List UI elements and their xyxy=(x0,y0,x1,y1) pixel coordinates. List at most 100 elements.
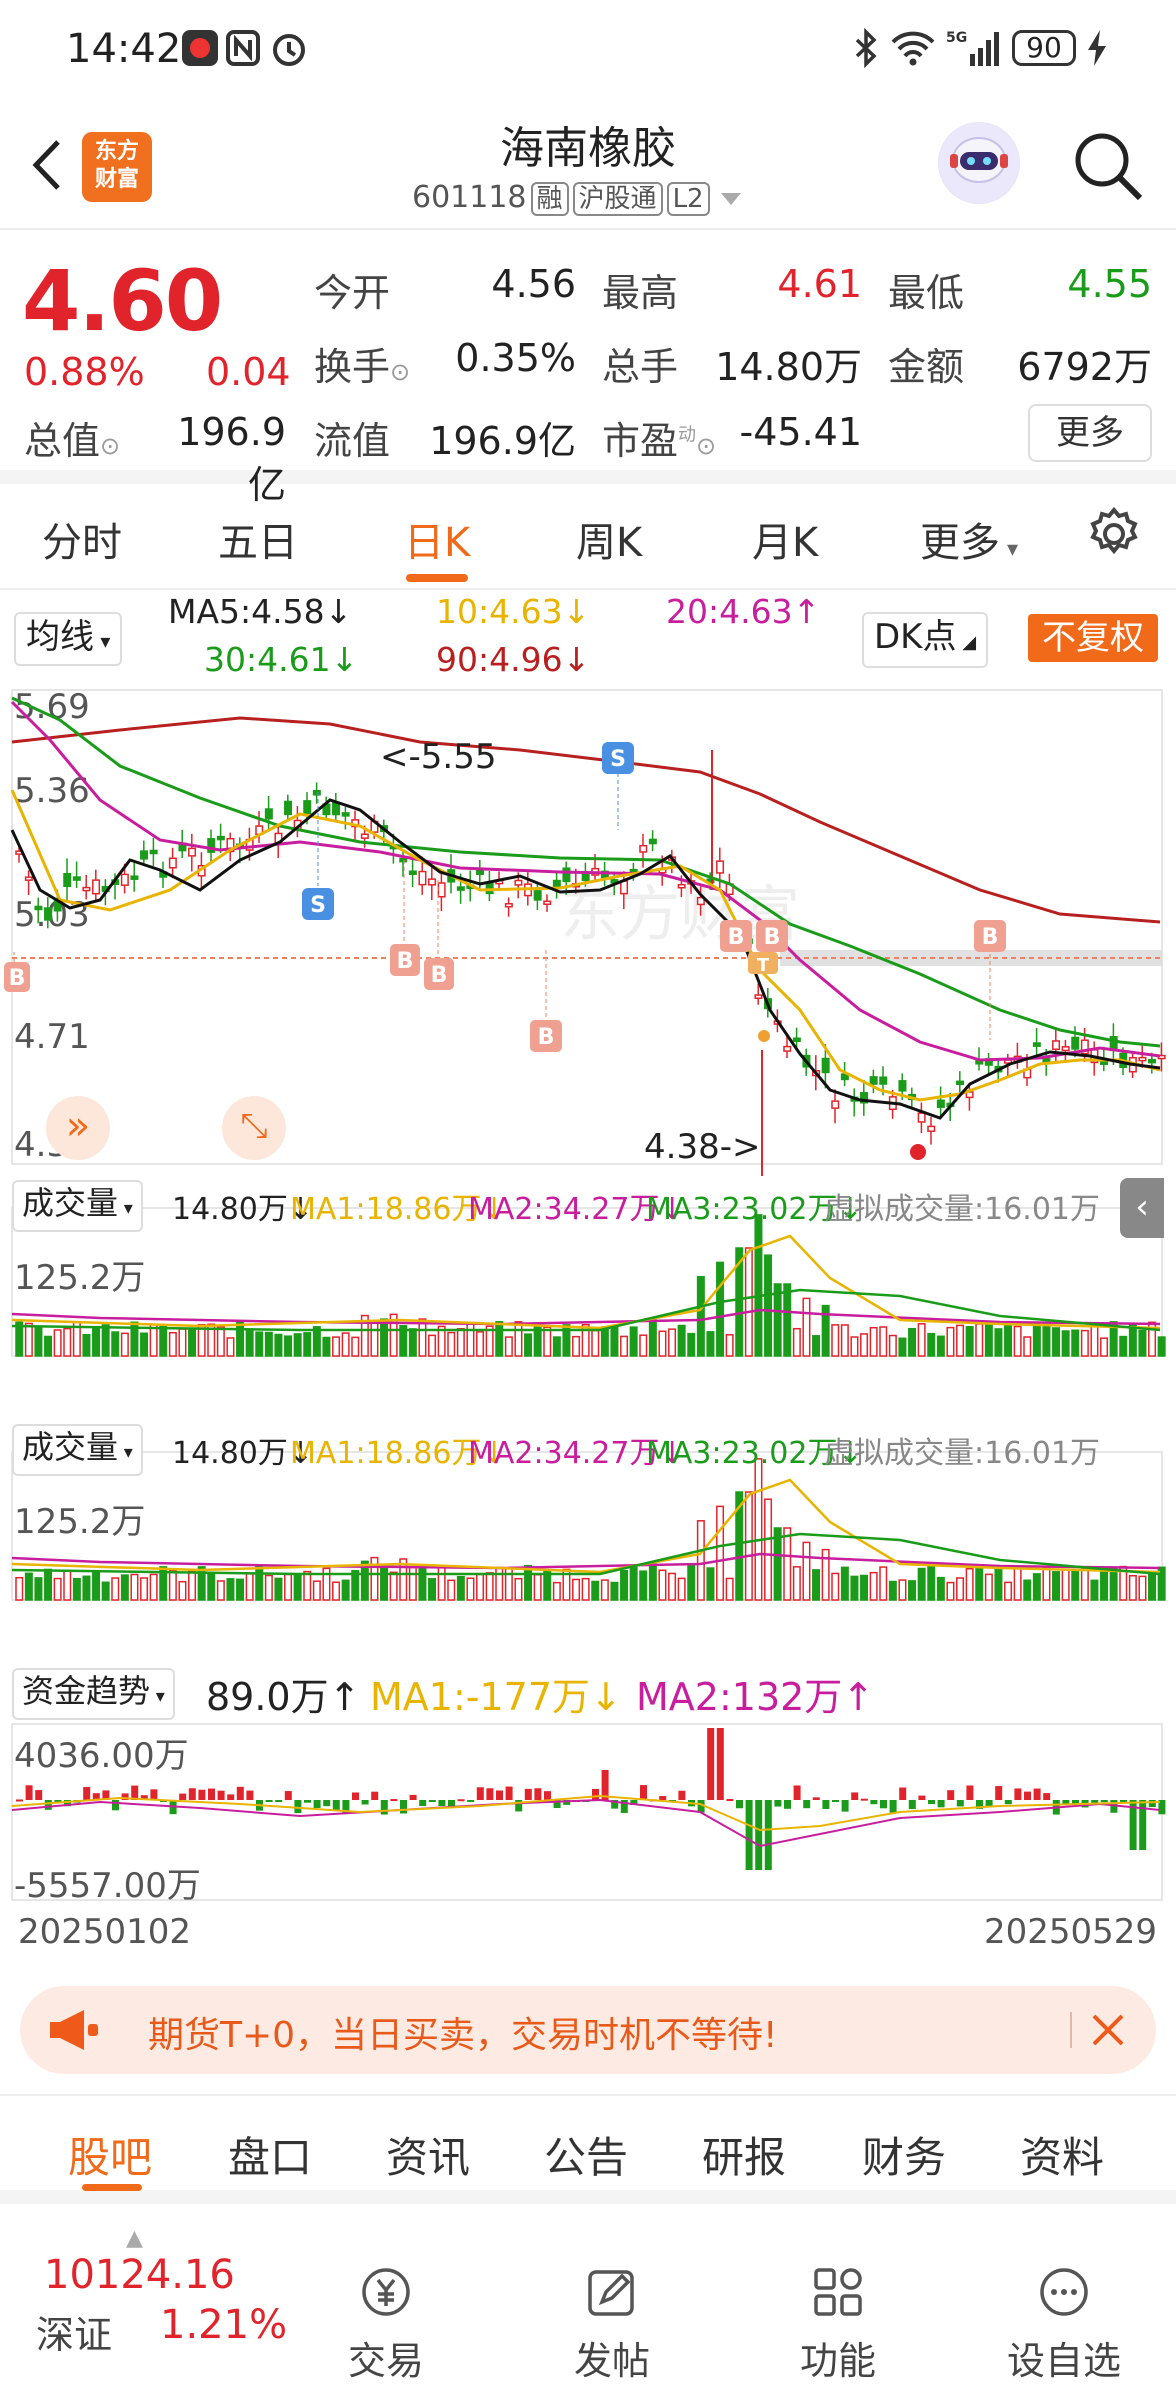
kline-chart-area[interactable]: 均线 ▾ MA5:4.58↓ 10:4.63↓ 20:4.63↑ 30:4.61… xyxy=(0,590,1176,1990)
volume-bar xyxy=(284,1573,293,1601)
expand-forward-button[interactable]: » xyxy=(46,1096,110,1160)
volume-bar xyxy=(840,1324,849,1357)
volume-bar xyxy=(860,1333,869,1357)
collapse-panel-button[interactable]: ‹ xyxy=(1120,1178,1164,1238)
low-label: 最低 xyxy=(888,271,965,315)
change-amount: 0.04 xyxy=(206,350,291,394)
volume-bar xyxy=(370,1322,379,1357)
candle xyxy=(927,1125,936,1132)
fund-bar xyxy=(112,1800,119,1811)
volume-bar xyxy=(332,1581,341,1601)
tab-pankou[interactable]: 盘口 xyxy=(228,2124,312,2185)
tab-announcement[interactable]: 公告 xyxy=(544,2124,628,2185)
fund-bar xyxy=(1120,1800,1127,1802)
candle xyxy=(792,1037,801,1042)
volume-bar xyxy=(716,1505,725,1601)
high-value: 4.61 xyxy=(777,262,862,306)
fullscreen-button[interactable]: ⤡ xyxy=(222,1096,286,1160)
volume-bar xyxy=(1080,1568,1089,1601)
volume-bar xyxy=(1032,1573,1041,1601)
tab-monthly-k[interactable]: 月K xyxy=(752,510,818,568)
candle xyxy=(120,873,129,886)
volume-bar xyxy=(53,1577,62,1601)
fund-bar xyxy=(851,1792,859,1800)
fund-bar xyxy=(937,1800,945,1808)
tab-finance[interactable]: 财务 xyxy=(862,2124,946,2185)
buy-marker: B xyxy=(720,920,752,952)
tab-five-day[interactable]: 五日 xyxy=(218,510,298,568)
volume-label: 总手 xyxy=(602,345,679,389)
candle xyxy=(1052,1040,1061,1050)
candle xyxy=(754,994,763,999)
nav-add-watchlist[interactable]: 设自选 xyxy=(1004,2262,1124,2385)
candle xyxy=(1042,1058,1051,1063)
close-icon[interactable] xyxy=(1086,2008,1130,2052)
volume-bar xyxy=(111,1331,120,1357)
candle xyxy=(332,802,341,816)
fund-bar xyxy=(659,1796,667,1800)
fund-bar xyxy=(774,1800,782,1807)
fund-bar xyxy=(486,1788,494,1800)
volume-bar xyxy=(1148,1573,1157,1601)
candle xyxy=(63,872,72,888)
volume-bar xyxy=(744,1491,753,1601)
volume-bar xyxy=(24,1572,33,1601)
index-value[interactable]: 10124.16 xyxy=(44,2252,235,2298)
tab-daily-k[interactable]: 日K xyxy=(404,510,470,568)
volume-bar xyxy=(840,1566,849,1601)
tab-profile[interactable]: 资料 xyxy=(1020,2124,1104,2185)
more-button[interactable]: 更多 xyxy=(1028,404,1152,462)
change-percent: 0.88% xyxy=(24,350,145,394)
buy-marker: B xyxy=(756,920,788,952)
nav-trade[interactable]: 交易 xyxy=(326,2262,446,2385)
fund-bar xyxy=(822,1800,830,1809)
volume-1-selector[interactable]: 成交量 ▾ xyxy=(12,1180,143,1232)
stock-header: 东方 财富 海南橡胶 601118 融沪股通 L2 xyxy=(0,100,1176,230)
fund-bar xyxy=(534,1788,542,1800)
volume-2-selector[interactable]: 成交量 ▾ xyxy=(12,1424,143,1476)
volume-bar xyxy=(130,1573,139,1601)
svg-text:S: S xyxy=(310,893,326,918)
volume-bar xyxy=(24,1322,33,1357)
candle xyxy=(188,847,197,857)
volume-bar xyxy=(293,1333,302,1357)
volume-bar xyxy=(1004,1581,1013,1601)
fund-bar xyxy=(457,1799,465,1802)
fund-ma1: MA1:-177万↓ xyxy=(370,1675,622,1719)
fund-selector[interactable]: 资金趋势 ▾ xyxy=(12,1668,175,1720)
settings-gear-icon[interactable] xyxy=(1086,506,1142,562)
fund-bar xyxy=(390,1799,398,1802)
tab-more[interactable]: 更多 ▾ xyxy=(920,510,1018,568)
date-end: 20250529 xyxy=(984,1912,1158,1952)
tab-research[interactable]: 研报 xyxy=(702,2124,786,2185)
volume-bar xyxy=(120,1332,129,1357)
tab-guba[interactable]: 股吧 xyxy=(68,2124,152,2185)
volume-bar xyxy=(792,1566,801,1601)
tab-news[interactable]: 资讯 xyxy=(386,2124,470,2185)
dropdown-triangle-icon xyxy=(721,193,742,205)
fund-bar xyxy=(918,1795,926,1800)
ad-banner[interactable]: 期货T+0，当日买卖，交易时机不等待! xyxy=(20,1986,1156,2074)
stock-code-row[interactable]: 601118 融沪股通 L2 xyxy=(412,180,743,216)
nav-function[interactable]: 功能 xyxy=(778,2262,898,2385)
volume-bar xyxy=(754,1214,763,1357)
buy-marker: B xyxy=(390,860,420,976)
volume-bar xyxy=(572,1578,581,1601)
volume-bar xyxy=(600,1579,609,1601)
tab-intraday[interactable]: 分时 xyxy=(42,510,122,568)
tab-weekly-k[interactable]: 周K xyxy=(576,510,642,568)
volume-bar xyxy=(1071,1569,1080,1601)
fund-bar xyxy=(16,1799,23,1802)
volume-bar xyxy=(255,1331,264,1357)
volume-bar xyxy=(1157,1336,1166,1357)
robot-assistant-icon[interactable] xyxy=(938,122,1020,204)
search-icon[interactable] xyxy=(1070,128,1146,204)
volume-bar xyxy=(1052,1571,1061,1601)
fund-bar xyxy=(246,1790,254,1800)
nfc-icon xyxy=(226,30,260,66)
nav-post[interactable]: 发帖 xyxy=(552,2262,672,2385)
volume-bar xyxy=(1080,1329,1089,1357)
kline-tabs: 分时 五日 日K 周K 月K 更多 ▾ xyxy=(0,484,1176,590)
fund-bar xyxy=(803,1800,811,1809)
volume-bar xyxy=(639,1570,648,1601)
